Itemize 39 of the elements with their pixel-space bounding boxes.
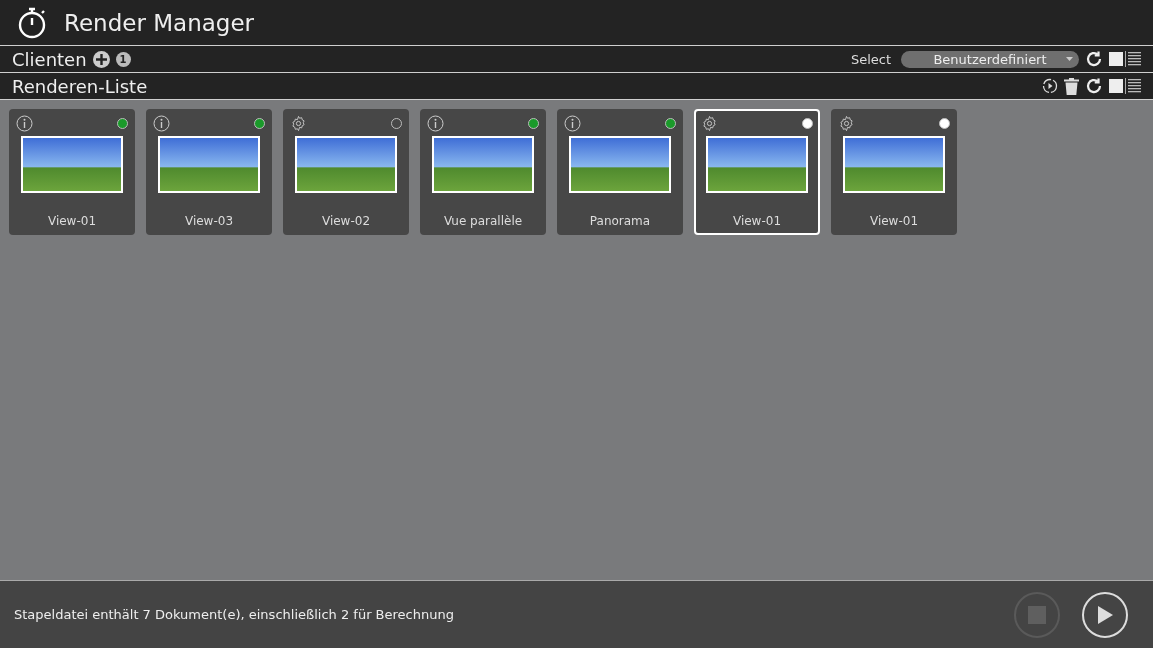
add-icon[interactable] [92, 50, 110, 68]
card-label: View-01 [869, 214, 919, 228]
info-icon [16, 114, 33, 132]
info-icon [564, 114, 581, 132]
card-label: View-01 [732, 214, 782, 228]
info-icon [153, 114, 170, 132]
play-icon[interactable] [1042, 78, 1058, 94]
render-card[interactable]: Panorama [557, 109, 683, 235]
count-badge: 1 [115, 51, 131, 67]
window-title: Render Manager [64, 9, 254, 36]
stop-icon [1028, 605, 1046, 624]
refresh-icon[interactable] [1085, 50, 1103, 68]
play-button[interactable] [1082, 591, 1128, 638]
card-label: Panorama [589, 214, 651, 228]
render-card[interactable]: View-01 [694, 109, 820, 235]
settings-icon [290, 114, 307, 132]
render-card[interactable]: View-01 [831, 109, 957, 235]
render-card[interactable]: View-01 [9, 109, 135, 235]
play-icon [1096, 604, 1114, 625]
view-toggle-icon[interactable] [1109, 51, 1141, 67]
render-card[interactable]: View-03 [146, 109, 272, 235]
card-label: View-02 [321, 214, 371, 228]
status-message: Stapeldatei enthält 7 Dokument(e), einschließlich 2 für Berechnung [14, 607, 455, 622]
settings-icon [701, 114, 718, 132]
select-dropdown[interactable]: Benutzerdefiniert [901, 50, 1079, 68]
card-label: View-01 [47, 214, 97, 228]
section-title: Renderen-Liste [12, 75, 148, 97]
settings-icon [838, 114, 855, 132]
render-card[interactable]: View-02 [283, 109, 409, 235]
trash-icon[interactable] [1064, 77, 1079, 95]
view-toggle-icon[interactable] [1109, 78, 1141, 94]
select-label: Select [850, 51, 891, 67]
render-card[interactable]: Vue parallèle [420, 109, 546, 235]
info-icon [427, 114, 444, 132]
section-title: Clienten [12, 48, 87, 70]
card-label: View-03 [184, 214, 234, 228]
refresh-icon[interactable] [1085, 77, 1103, 95]
caret-icon [1066, 57, 1073, 61]
card-label: Vue parallèle [443, 214, 523, 228]
